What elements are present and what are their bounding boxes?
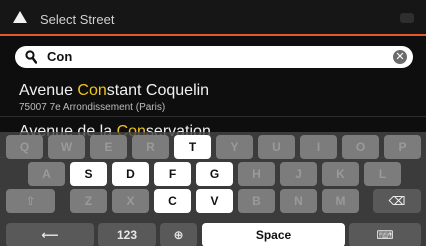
key-p[interactable]: P: [384, 135, 421, 159]
on-screen-keyboard: ⇧ ⌫ ⟵ 123 ⊕ Space ⌨ QWERTYUIOP ASDFGHJKL Z…: [0, 132, 426, 246]
top-bar: Select Street: [0, 0, 426, 36]
result-name: Avenue Constant Coquelin: [19, 82, 210, 99]
backspace-key[interactable]: ⌫: [373, 189, 421, 213]
key-s[interactable]: S: [70, 162, 107, 186]
key-e[interactable]: E: [90, 135, 127, 159]
key-c[interactable]: C: [154, 189, 191, 213]
page-title: Select Street: [40, 12, 115, 27]
clear-icon[interactable]: ✕: [393, 50, 407, 64]
key-g[interactable]: G: [196, 162, 233, 186]
key-l[interactable]: L: [364, 162, 401, 186]
accent-divider: [0, 34, 426, 36]
key-n[interactable]: N: [280, 189, 317, 213]
key-h[interactable]: H: [238, 162, 275, 186]
key-q[interactable]: Q: [6, 135, 43, 159]
result-subtitle: 75007 7e Arrondissement (Paris): [19, 102, 166, 113]
collapse-arrow-icon[interactable]: [13, 11, 27, 23]
key-f[interactable]: F: [154, 162, 191, 186]
search-icon: [25, 50, 37, 64]
language-globe-icon[interactable]: ⊕: [160, 223, 197, 246]
key-y[interactable]: Y: [216, 135, 253, 159]
key-a[interactable]: A: [28, 162, 65, 186]
back-arrow-key[interactable]: ⟵: [6, 223, 94, 246]
key-i[interactable]: I: [300, 135, 337, 159]
shift-key[interactable]: ⇧: [6, 189, 55, 213]
key-b[interactable]: B: [238, 189, 275, 213]
search-input[interactable]: Con: [47, 49, 72, 64]
key-m[interactable]: M: [322, 189, 359, 213]
key-u[interactable]: U: [258, 135, 295, 159]
key-r[interactable]: R: [132, 135, 169, 159]
key-o[interactable]: O: [342, 135, 379, 159]
key-j[interactable]: J: [280, 162, 317, 186]
space-key[interactable]: Space: [202, 223, 345, 246]
list-item[interactable]: Avenue Constant Coquelin 75007 7e Arrond…: [0, 76, 426, 117]
key-k[interactable]: K: [322, 162, 359, 186]
key-v[interactable]: V: [196, 189, 233, 213]
numbers-key[interactable]: 123: [98, 223, 156, 246]
keyboard-hide-icon[interactable]: ⌨: [349, 223, 421, 246]
key-w[interactable]: W: [48, 135, 85, 159]
key-t[interactable]: T: [174, 135, 211, 159]
message-icon: [400, 13, 414, 23]
key-z[interactable]: Z: [70, 189, 107, 213]
search-field[interactable]: Con ✕: [15, 46, 413, 68]
key-d[interactable]: D: [112, 162, 149, 186]
key-x[interactable]: X: [112, 189, 149, 213]
